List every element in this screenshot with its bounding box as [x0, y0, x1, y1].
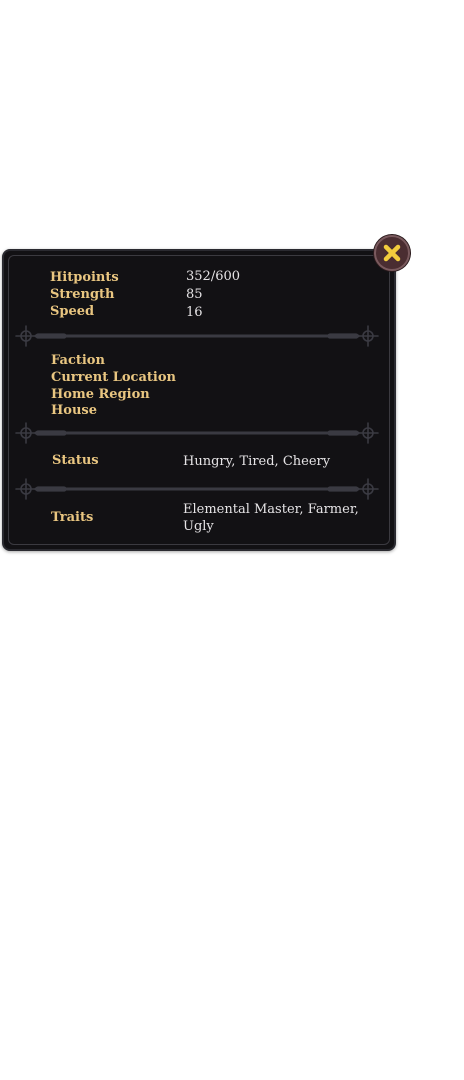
traits-label: Traits — [51, 510, 94, 525]
ornate-divider — [15, 422, 379, 444]
status-label: Status — [52, 453, 99, 468]
home-region-label: Home Region — [51, 387, 150, 402]
strength-label: Strength — [50, 287, 115, 302]
ornate-divider — [15, 478, 379, 500]
house-label: House — [51, 403, 97, 418]
traits-value-line1: Elemental Master, Farmer, — [183, 502, 359, 517]
ornate-divider — [15, 325, 379, 347]
strength-value: 85 — [186, 287, 203, 302]
status-value: Hungry, Tired, Cheery — [183, 454, 331, 469]
close-button[interactable] — [374, 235, 410, 271]
speed-label: Speed — [50, 304, 95, 319]
current-location-label: Current Location — [51, 370, 176, 385]
hitpoints-value: 352/600 — [186, 269, 241, 284]
hitpoints-label: Hitpoints — [50, 270, 119, 285]
traits-value-line2: Ugly — [183, 519, 214, 534]
faction-label: Faction — [51, 353, 105, 368]
close-icon — [383, 244, 401, 262]
speed-value: 16 — [186, 305, 203, 320]
